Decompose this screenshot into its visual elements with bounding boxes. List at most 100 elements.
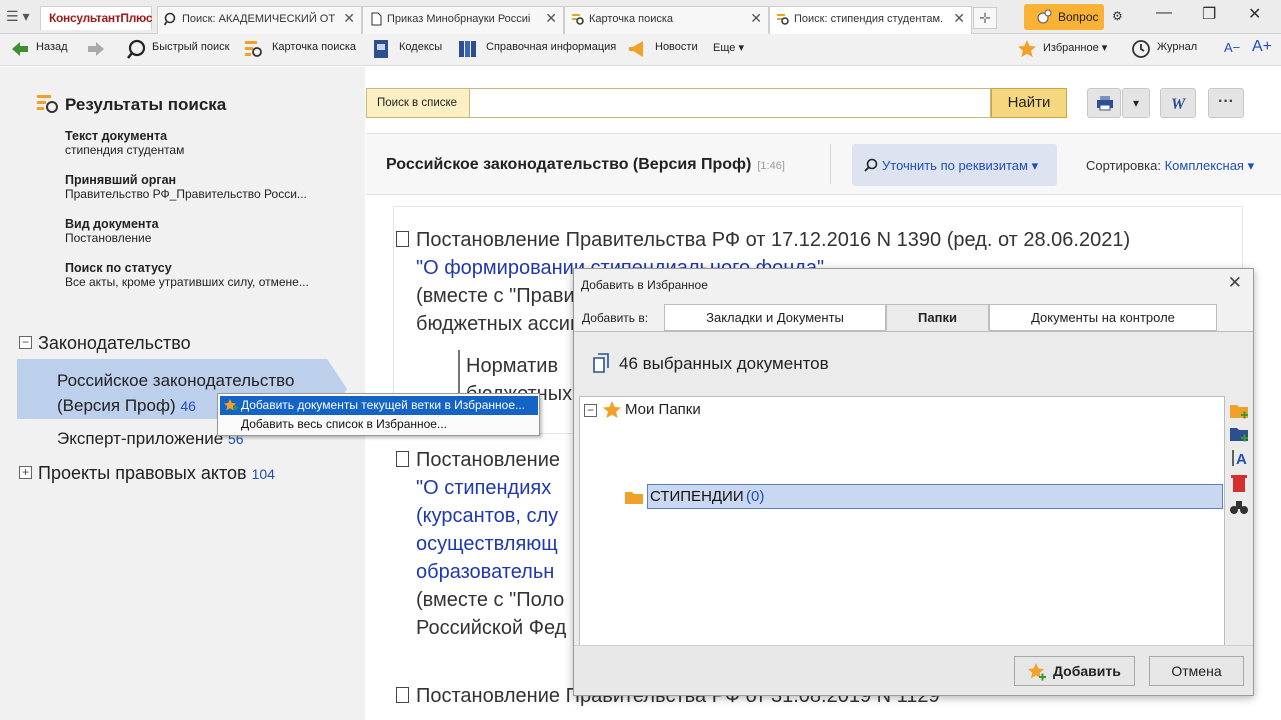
results-section-title: Российское законодательство (Версия Проф… <box>386 156 785 174</box>
criterion-organ[interactable]: Принявший орган Правительство РФ_Правите… <box>65 173 307 201</box>
search-icon <box>864 158 878 172</box>
favorites-button[interactable]: Избранное ▾ <box>1017 40 1107 57</box>
root-folder[interactable]: Мои Папки <box>625 401 701 418</box>
search-card-button[interactable]: Карточка поиска <box>244 41 356 57</box>
minimize-button[interactable]: — <box>1156 4 1172 22</box>
tree-expert-app[interactable]: Эксперт-приложение 56 <box>57 429 244 449</box>
quick-search-button[interactable]: Быстрый поиск <box>126 39 229 59</box>
doc-title: Постановление <box>416 449 561 471</box>
font-smaller-button[interactable]: A− <box>1224 40 1240 55</box>
tab-order[interactable]: Приказ Минобрнауки Россиі ✕ <box>362 6 564 34</box>
search-card-icon <box>37 95 58 113</box>
collapse-icon[interactable]: − <box>584 404 597 417</box>
add-to-favorites-dialog: Добавить в Избранное ✕ Добавить в: Закла… <box>573 268 1254 696</box>
doc-count: 104 <box>251 466 275 482</box>
tab-search-card[interactable]: Карточка поиска ✕ <box>564 6 769 34</box>
folders-tree[interactable]: − Мои Папки <box>579 396 1225 646</box>
search-in-list-input[interactable] <box>469 88 991 118</box>
sort-value: Комплексная <box>1164 158 1244 173</box>
search-card-icon <box>572 14 584 25</box>
tab-search-academic[interactable]: Поиск: АКАДЕМИЧЕСКИЙ ОТ ✕ <box>157 6 362 34</box>
svg-text:W: W <box>1171 96 1187 111</box>
doc-link[interactable]: образовательн <box>416 558 566 586</box>
main-menu-icon[interactable]: ☰ ▾ <box>6 8 36 26</box>
news-label: Новости <box>655 41 698 53</box>
cancel-button[interactable]: Отмена <box>1149 656 1244 686</box>
close-window-button[interactable]: ✕ <box>1248 4 1261 24</box>
dialog-body: 46 выбранных документов − Мои Папки СТИП… <box>574 331 1253 646</box>
find-button[interactable]: Найти <box>991 88 1067 118</box>
result-range: [1:46] <box>757 160 785 172</box>
font-larger-button[interactable]: A+ <box>1252 38 1272 56</box>
expand-icon[interactable]: + <box>19 466 32 479</box>
close-icon[interactable]: ✕ <box>953 10 965 27</box>
new-tab-button[interactable]: ✛ <box>973 7 997 29</box>
new-folder-icon[interactable] <box>1229 401 1249 421</box>
reference-button[interactable]: Справочная информация <box>458 41 617 57</box>
more-options-icon[interactable]: ··· <box>1208 88 1244 118</box>
folder-stipend[interactable]: СТИПЕНДИИ (0) <box>625 484 1223 509</box>
codexes-button[interactable]: Кодексы <box>371 40 442 58</box>
criterion-status[interactable]: Поиск по статусу Все акты, кроме утратив… <box>65 261 309 289</box>
close-icon[interactable]: ✕ <box>343 10 355 27</box>
section-name: Российское законодательство (Версия Проф… <box>386 156 752 173</box>
binoculars-icon[interactable] <box>1229 497 1249 517</box>
settings-icon[interactable]: ⚙ <box>1112 9 1123 23</box>
context-menu: Добавить документы текущей ветки в Избра… <box>217 393 540 436</box>
tree-legislation[interactable]: Законодательство <box>38 333 191 354</box>
tab-bookmarks[interactable]: Закладки и Документы <box>664 304 886 331</box>
export-word-button[interactable]: W <box>1160 88 1196 118</box>
document-icon <box>396 451 409 467</box>
print-button[interactable] <box>1087 88 1121 118</box>
doc-link[interactable]: "О стипендиях <box>416 474 566 502</box>
word-icon: W <box>1171 96 1187 111</box>
new-subfolder-icon[interactable] <box>1229 424 1249 444</box>
close-icon[interactable]: ✕ <box>1228 273 1242 293</box>
star-add-icon <box>224 399 238 411</box>
doc-link[interactable]: осуществляющ <box>416 530 566 558</box>
sort-control[interactable]: Сортировка: Комплексная ▾ <box>1086 158 1254 174</box>
brand-tab[interactable]: КонсультантПлюс <box>40 6 153 30</box>
tree-label-line: (Версия Проф) <box>57 396 176 415</box>
restore-button[interactable]: ❐ <box>1202 4 1216 24</box>
add-button[interactable]: Добавить <box>1014 656 1135 686</box>
back-button[interactable]: Назад <box>10 41 68 56</box>
folder-icon <box>625 492 643 504</box>
question-icon <box>1037 9 1052 24</box>
rename-icon[interactable]: A <box>1229 448 1249 468</box>
collapse-icon[interactable]: − <box>19 336 32 349</box>
print-options-button[interactable]: ▾ <box>1122 88 1150 118</box>
svg-text:A: A <box>1236 451 1247 468</box>
close-icon[interactable]: ✕ <box>750 10 762 27</box>
trash-icon[interactable] <box>1229 473 1249 493</box>
tree-projects[interactable]: Проекты правовых актов 104 <box>38 463 275 484</box>
criterion-text[interactable]: Текст документа стипендия студентам <box>65 129 184 157</box>
journal-label: Журнал <box>1157 41 1198 53</box>
menu-add-all[interactable]: Добавить весь список в Избранное... <box>220 415 538 434</box>
close-icon[interactable]: ✕ <box>545 10 557 27</box>
result-doc-2[interactable]: Постановление "О стипендиях (курсантов, … <box>416 446 566 642</box>
tree-label: Проекты правовых актов <box>38 463 247 483</box>
tab-search-stipend[interactable]: Поиск: стипендия студентам. ✕ <box>769 6 972 35</box>
books-icon <box>459 41 476 57</box>
journal-button[interactable]: Журнал <box>1131 40 1198 58</box>
add-label: Добавить <box>1053 663 1121 679</box>
refine-by-requisites-button[interactable]: Уточнить по реквизитам ▾ <box>852 144 1057 186</box>
criterion-type[interactable]: Вид документа Постановление <box>65 217 159 245</box>
tab-folders[interactable]: Папки <box>886 304 989 331</box>
search-icon <box>127 39 146 59</box>
history-icon <box>1132 40 1150 58</box>
star-add-icon <box>1028 663 1046 681</box>
more-button[interactable]: Еще ▾ <box>713 41 744 54</box>
question-button[interactable]: Вопрос <box>1024 4 1104 30</box>
arrow-left-icon <box>12 42 28 56</box>
star-icon <box>1018 40 1036 57</box>
tab-control-docs[interactable]: Документы на контроле <box>989 304 1217 331</box>
star-icon <box>603 401 621 418</box>
reference-label: Справочная информация <box>486 41 617 53</box>
refine-label: Уточнить по реквизитам <box>882 158 1028 173</box>
results-title: Результаты поиска <box>65 95 227 114</box>
menu-add-branch[interactable]: Добавить документы текущей ветки в Избра… <box>220 396 538 415</box>
doc-link[interactable]: (курсантов, слу <box>416 502 566 530</box>
news-button[interactable]: Новости <box>627 41 698 57</box>
